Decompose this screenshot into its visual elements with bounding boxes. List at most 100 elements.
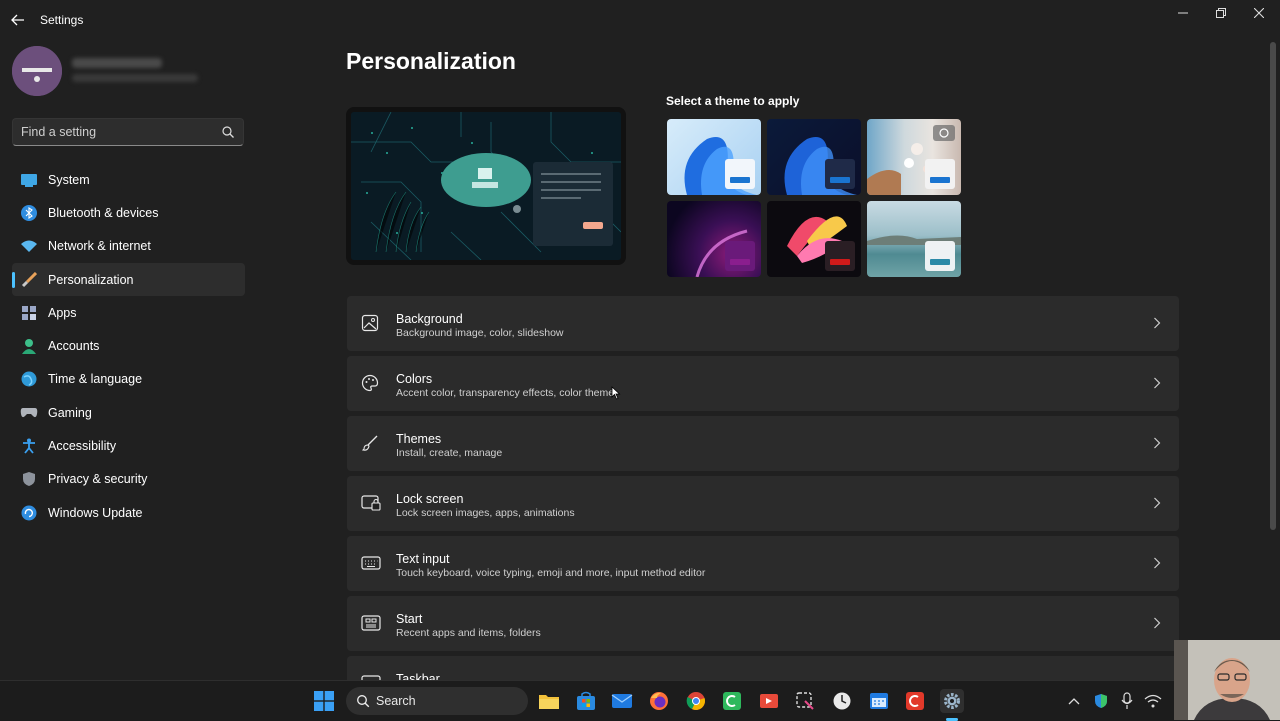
theme-windows-dark[interactable]: [767, 119, 861, 195]
card-background[interactable]: Background Background image, color, slid…: [347, 296, 1179, 351]
windows-start-icon[interactable]: [312, 689, 336, 713]
gamepad-icon: [20, 404, 38, 422]
card-title: Themes: [396, 432, 442, 446]
card-subtitle: Background image, color, slideshow: [396, 327, 564, 339]
chevron-right-icon: [1153, 617, 1165, 631]
scrollbar[interactable]: [1270, 42, 1276, 530]
card-themes[interactable]: Themes Install, create, manage: [347, 416, 1179, 471]
sidebar-item-time-language[interactable]: Time & language: [12, 363, 245, 396]
image-icon: [361, 314, 381, 334]
camtasia-red-icon[interactable]: [903, 689, 927, 713]
mail-icon[interactable]: [610, 689, 634, 713]
theme-glow[interactable]: [867, 119, 961, 195]
clock-app-icon[interactable]: [830, 689, 854, 713]
search-icon: [356, 694, 370, 711]
card-title: Lock screen: [396, 492, 464, 506]
chevron-right-icon: [1153, 437, 1165, 451]
settings-gear-icon[interactable]: [940, 689, 964, 713]
start-icon: [361, 614, 381, 634]
window-title: Settings: [40, 13, 84, 27]
accounts-icon: [20, 337, 38, 355]
red-app-icon[interactable]: [757, 689, 781, 713]
card-title: Background: [396, 312, 463, 326]
theme-captured-motion[interactable]: [667, 201, 761, 277]
theme-windows-light[interactable]: [667, 119, 761, 195]
webcam-overlay: [1174, 640, 1280, 720]
close-button[interactable]: [1240, 0, 1278, 26]
taskbar-search[interactable]: Search: [346, 687, 528, 715]
sidebar-item-label: Network & internet: [48, 239, 151, 254]
theme-chip: [825, 159, 855, 189]
sidebar-item-label: Accounts: [48, 339, 100, 354]
minimize-button[interactable]: [1164, 0, 1202, 26]
chevron-right-icon: [1153, 557, 1165, 571]
user-name-redacted: [72, 58, 162, 68]
sidebar-item-label: Bluetooth & devices: [48, 205, 159, 220]
sidebar-item-windows-update[interactable]: Windows Update: [12, 496, 245, 529]
card-start[interactable]: Start Recent apps and items, folders: [347, 596, 1179, 651]
sidebar-item-accounts[interactable]: Accounts: [12, 329, 245, 362]
user-email-redacted: [72, 74, 198, 82]
card-subtitle: Accent color, transparency effects, colo…: [396, 387, 615, 399]
brush-icon: [20, 271, 38, 289]
calendar-icon[interactable]: [867, 689, 891, 713]
sidebar-item-system[interactable]: System: [12, 163, 245, 196]
theme-preview: [346, 107, 626, 265]
theme-sunrise[interactable]: [867, 201, 961, 277]
sidebar-nav: System Bluetooth & devices Network & int…: [12, 163, 245, 529]
chrome-icon[interactable]: [684, 689, 708, 713]
sidebar-item-bluetooth[interactable]: Bluetooth & devices: [12, 196, 245, 229]
sidebar-item-label: Gaming: [48, 405, 92, 420]
lock-screen-icon: [361, 494, 381, 514]
wifi-icon: [20, 237, 38, 255]
card-title: Start: [396, 612, 423, 626]
theme-chip: [925, 241, 955, 271]
brush-icon: [361, 434, 381, 454]
sidebar-item-accessibility[interactable]: Accessibility: [12, 429, 245, 462]
taskbar: Search: [0, 680, 1280, 721]
bluetooth-icon: [20, 204, 38, 222]
sidebar-item-label: Windows Update: [48, 505, 143, 520]
avatar[interactable]: [12, 46, 62, 96]
taskbar-search-label: Search: [376, 694, 416, 708]
card-text-input[interactable]: Text input Touch keyboard, voice typing,…: [347, 536, 1179, 591]
camtasia-green-icon[interactable]: [720, 689, 744, 713]
theme-chip: [725, 241, 755, 271]
theme-chip: [925, 159, 955, 189]
settings-card-list: Background Background image, color, slid…: [347, 296, 1179, 716]
card-subtitle: Install, create, manage: [396, 447, 503, 459]
card-subtitle: Lock screen images, apps, animations: [396, 507, 575, 519]
card-colors[interactable]: Colors Accent color, transparency effect…: [347, 356, 1179, 411]
sidebar-item-label: Apps: [48, 305, 77, 320]
chevron-up-icon[interactable]: [1062, 689, 1086, 713]
sidebar-item-label: Time & language: [48, 372, 143, 387]
card-subtitle: Touch keyboard, voice typing, emoji and …: [396, 567, 706, 579]
card-title: Colors: [396, 372, 433, 386]
sidebar-item-personalization[interactable]: Personalization: [12, 262, 245, 297]
chevron-right-icon: [1153, 497, 1165, 511]
back-arrow-icon[interactable]: [8, 10, 28, 30]
file-explorer-icon[interactable]: [537, 689, 561, 713]
title-bar: Settings: [0, 0, 1280, 40]
defender-shield-icon[interactable]: [1089, 689, 1113, 713]
wifi-icon[interactable]: [1141, 689, 1165, 713]
sidebar-item-apps[interactable]: Apps: [12, 296, 245, 329]
firefox-icon[interactable]: [647, 689, 671, 713]
search-icon[interactable]: [221, 125, 235, 139]
sidebar-item-privacy[interactable]: Privacy & security: [12, 463, 245, 496]
update-icon: [20, 504, 38, 522]
theme-flow[interactable]: [767, 201, 861, 277]
microsoft-store-icon[interactable]: [574, 689, 598, 713]
card-title: Text input: [396, 552, 450, 566]
accessibility-icon: [20, 437, 38, 455]
sidebar-item-gaming[interactable]: Gaming: [12, 396, 245, 429]
search-input[interactable]: Find a setting: [12, 118, 244, 146]
sidebar-item-network[interactable]: Network & internet: [12, 230, 245, 263]
card-lock-screen[interactable]: Lock screen Lock screen images, apps, an…: [347, 476, 1179, 531]
shield-icon: [20, 470, 38, 488]
sidebar-item-label: Accessibility: [48, 439, 117, 454]
snipping-tool-icon[interactable]: [793, 689, 817, 713]
microphone-icon[interactable]: [1115, 689, 1139, 713]
restore-button[interactable]: [1202, 0, 1240, 26]
system-icon: [20, 171, 38, 189]
